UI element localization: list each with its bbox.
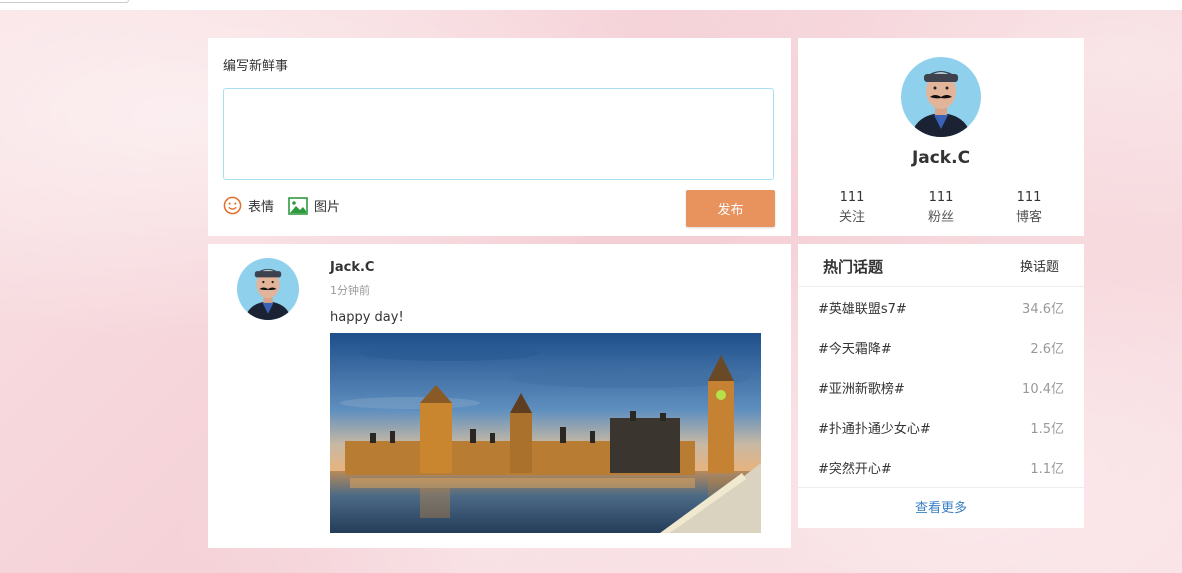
topic-item[interactable]: #英雄联盟s7# 34.6亿 [798, 287, 1084, 327]
post-author[interactable]: Jack.C [330, 260, 374, 275]
emoji-button[interactable]: 表情 [223, 196, 274, 215]
topic-name: #扑通扑通少女心# [818, 422, 931, 437]
topic-count: 2.6亿 [1030, 342, 1064, 357]
post-photo[interactable] [330, 333, 761, 533]
stat-label: 博客 [1015, 210, 1042, 225]
stat-count: 111 [1016, 190, 1042, 205]
topic-count: 34.6亿 [1022, 302, 1064, 317]
top-bar [0, 0, 1182, 10]
stat-count: 111 [839, 190, 865, 205]
see-more-link[interactable]: 查看更多 [798, 487, 1084, 529]
smiley-icon [223, 196, 242, 215]
topic-item[interactable]: #亚洲新歌榜# 10.4亿 [798, 367, 1084, 407]
topic-item[interactable]: #扑通扑通少女心# 1.5亿 [798, 407, 1084, 447]
profile-card: Jack.C 111 关注 111 粉丝 111 博客 [798, 38, 1084, 236]
topic-count: 10.4亿 [1022, 382, 1064, 397]
post-time: 1分钟前 [330, 284, 370, 297]
topics-header: 热门话题 换话题 [798, 244, 1084, 287]
stat-followers[interactable]: 111 粉丝 [901, 188, 981, 228]
post-text: happy day! [330, 310, 404, 325]
stat-label: 关注 [838, 210, 865, 225]
topic-name: #英雄联盟s7# [818, 302, 907, 317]
hot-topics-card: 热门话题 换话题 #英雄联盟s7# 34.6亿 #今天霜降# 2.6亿 #亚洲新… [798, 244, 1084, 528]
topic-name: #突然开心# [818, 462, 892, 477]
topic-name: #今天霜降# [818, 342, 892, 357]
topic-count: 1.1亿 [1030, 462, 1064, 477]
image-label: 图片 [314, 200, 341, 215]
composer-card: 编写新鲜事 表情 图片 发布 [208, 38, 791, 236]
emoji-label: 表情 [248, 200, 275, 215]
stat-blogs[interactable]: 111 博客 [989, 188, 1069, 228]
composer-title: 编写新鲜事 [223, 59, 289, 74]
avatar[interactable] [901, 57, 981, 137]
stat-count: 111 [928, 190, 954, 205]
image-button[interactable]: 图片 [288, 196, 340, 215]
post-card: Jack.C 1分钟前 happy day! [208, 244, 791, 548]
picture-icon [288, 196, 308, 215]
stat-following[interactable]: 111 关注 [812, 188, 892, 228]
stat-label: 粉丝 [927, 210, 954, 225]
tab-stub [0, 0, 129, 3]
publish-button[interactable]: 发布 [686, 190, 775, 227]
topic-name: #亚洲新歌榜# [818, 382, 905, 397]
topic-item[interactable]: #今天霜降# 2.6亿 [798, 327, 1084, 367]
topic-count: 1.5亿 [1030, 422, 1064, 437]
post-avatar[interactable] [237, 258, 299, 320]
composer-input[interactable] [223, 88, 774, 180]
profile-name[interactable]: Jack.C [798, 148, 1084, 168]
topic-item[interactable]: #突然开心# 1.1亿 [798, 447, 1084, 487]
change-topics-button[interactable]: 换话题 [1020, 256, 1059, 275]
topics-title: 热门话题 [823, 258, 884, 276]
